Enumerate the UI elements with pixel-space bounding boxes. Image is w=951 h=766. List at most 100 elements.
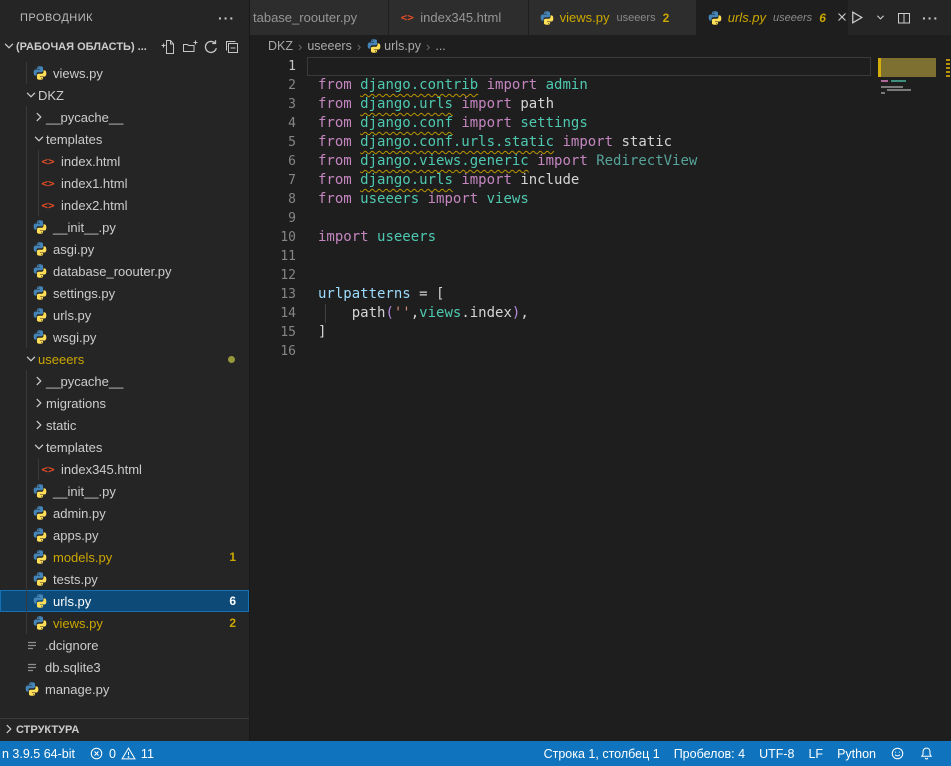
tree-item-.dcignore[interactable]: .dcignore	[0, 634, 249, 656]
tree-item-urls.py[interactable]: urls.py6	[0, 590, 249, 612]
outline-section-header[interactable]: СТРУКТУРА	[0, 718, 249, 741]
eol-status[interactable]: LF	[801, 741, 830, 766]
code-line-9[interactable]: 9	[250, 209, 951, 228]
python-interpreter-status[interactable]: n 3.9.5 64-bit	[0, 741, 82, 766]
code-line-15[interactable]: 15]	[250, 323, 951, 342]
line-number[interactable]: 5	[250, 133, 296, 152]
tree-item-views.py[interactable]: views.py	[0, 62, 249, 84]
tree-item-db.sqlite3[interactable]: db.sqlite3	[0, 656, 249, 678]
line-number[interactable]: 8	[250, 190, 296, 209]
tree-item-settings.py[interactable]: settings.py	[0, 282, 249, 304]
code-line-11[interactable]: 11	[250, 247, 951, 266]
tree-item-asgi.py[interactable]: asgi.py	[0, 238, 249, 260]
line-number[interactable]: 10	[250, 228, 296, 247]
more-actions-icon[interactable]: ···	[218, 10, 235, 26]
code-line-8[interactable]: 8from useeers import views	[250, 190, 951, 209]
code-editor[interactable]: 12from django.contrib import admin3from …	[250, 57, 951, 741]
line-number[interactable]: 3	[250, 95, 296, 114]
feedback-icon[interactable]	[883, 741, 912, 766]
code-line-13[interactable]: 13urlpatterns = [	[250, 285, 951, 304]
code-line-12[interactable]: 12	[250, 266, 951, 285]
code-line-6[interactable]: 6from django.views.generic import Redire…	[250, 152, 951, 171]
language-mode-status[interactable]: Python	[830, 741, 883, 766]
tree-item-static[interactable]: static	[0, 414, 249, 436]
line-number[interactable]: 6	[250, 152, 296, 171]
tree-item-database_roouter.py[interactable]: database_roouter.py	[0, 260, 249, 282]
code-line-5[interactable]: 5from django.conf.urls.static import sta…	[250, 133, 951, 152]
collapse-all-icon[interactable]	[223, 38, 241, 56]
breadcrumb-item-[interactable]: ...	[435, 39, 445, 53]
tree-item-index345.html[interactable]: <>index345.html	[0, 458, 249, 480]
bell-icon[interactable]	[912, 741, 941, 766]
chevron-down-icon[interactable]	[875, 12, 886, 23]
line-number[interactable]: 4	[250, 114, 296, 133]
tree-item-__pycache__[interactable]: __pycache__	[0, 370, 249, 392]
overview-ruler[interactable]	[944, 57, 951, 741]
tree-item-templates[interactable]: templates	[0, 436, 249, 458]
chevron-down-icon[interactable]	[24, 84, 38, 106]
line-number[interactable]: 14	[250, 304, 296, 323]
chevron-down-icon[interactable]	[32, 128, 46, 150]
line-number[interactable]: 9	[250, 209, 296, 228]
new-folder-icon[interactable]	[181, 38, 199, 56]
chevron-right-icon[interactable]	[32, 392, 46, 414]
indentation-status[interactable]: Пробелов: 4	[667, 741, 752, 766]
line-number[interactable]: 11	[250, 247, 296, 266]
close-icon[interactable]	[835, 10, 848, 26]
tree-item-__init__.py[interactable]: __init__.py	[0, 216, 249, 238]
problems-status[interactable]: 011	[82, 741, 161, 766]
run-icon[interactable]	[848, 9, 865, 26]
line-number[interactable]: 13	[250, 285, 296, 304]
tree-item-apps.py[interactable]: apps.py	[0, 524, 249, 546]
code-line-4[interactable]: 4from django.conf import settings	[250, 114, 951, 133]
code-line-14[interactable]: 14 path('',views.index),	[250, 304, 951, 323]
code-line-7[interactable]: 7from django.urls import include	[250, 171, 951, 190]
tree-item-tests.py[interactable]: tests.py	[0, 568, 249, 590]
breadcrumb-item-urlspy[interactable]: urls.py	[366, 39, 421, 53]
more-actions-icon[interactable]: ···	[922, 10, 939, 26]
split-editor-icon[interactable]	[896, 10, 912, 26]
tree-item-models.py[interactable]: models.py1	[0, 546, 249, 568]
line-number[interactable]: 2	[250, 76, 296, 95]
tree-item-useeers[interactable]: useeers	[0, 348, 249, 370]
code-line-1[interactable]: 1	[250, 57, 951, 76]
tree-item-index1.html[interactable]: <>index1.html	[0, 172, 249, 194]
chevron-right-icon[interactable]	[32, 414, 46, 436]
breadcrumb-item-useeers[interactable]: useeers	[307, 39, 351, 53]
line-number[interactable]: 16	[250, 342, 296, 361]
tree-item-DKZ[interactable]: DKZ	[0, 84, 249, 106]
breadcrumb[interactable]: DKZ›useeers›urls.py›...	[250, 35, 951, 57]
line-number[interactable]: 1	[250, 57, 296, 76]
code-line-10[interactable]: 10import useeers	[250, 228, 951, 247]
chevron-right-icon[interactable]	[32, 106, 46, 128]
line-number[interactable]: 7	[250, 171, 296, 190]
tree-item-migrations[interactable]: migrations	[0, 392, 249, 414]
chevron-down-icon[interactable]	[32, 436, 46, 458]
tree-item-admin.py[interactable]: admin.py	[0, 502, 249, 524]
breadcrumb-item-DKZ[interactable]: DKZ	[268, 39, 293, 53]
tree-item-urls.py[interactable]: urls.py	[0, 304, 249, 326]
tab-tabase_roouter.py[interactable]: tabase_roouter.py	[250, 0, 389, 35]
tab-views.py[interactable]: views.pyuseeers2	[529, 0, 697, 35]
tree-item-wsgi.py[interactable]: wsgi.py	[0, 326, 249, 348]
refresh-icon[interactable]	[202, 38, 220, 56]
workspace-section-header[interactable]: (РАБОЧАЯ ОБЛАСТЬ) ...	[0, 36, 249, 58]
tree-item-__pycache__[interactable]: __pycache__	[0, 106, 249, 128]
chevron-down-icon[interactable]	[24, 348, 38, 370]
code-line-3[interactable]: 3from django.urls import path	[250, 95, 951, 114]
new-file-icon[interactable]	[160, 38, 178, 56]
chevron-right-icon[interactable]	[32, 370, 46, 392]
minimap[interactable]	[878, 57, 944, 741]
cursor-position-status[interactable]: Строка 1, столбец 1	[542, 741, 667, 766]
code-line-2[interactable]: 2from django.contrib import admin	[250, 76, 951, 95]
line-number[interactable]: 12	[250, 266, 296, 285]
tab-index345.html[interactable]: <>index345.html	[389, 0, 528, 35]
tree-item-index2.html[interactable]: <>index2.html	[0, 194, 249, 216]
chevron-down-icon[interactable]	[2, 39, 16, 56]
tree-item-templates[interactable]: templates	[0, 128, 249, 150]
tree-item-__init__.py[interactable]: __init__.py	[0, 480, 249, 502]
tab-urls.py[interactable]: urls.pyuseeers6	[697, 0, 848, 35]
encoding-status[interactable]: UTF-8	[752, 741, 801, 766]
tree-item-views.py[interactable]: views.py2	[0, 612, 249, 634]
tree-item-index.html[interactable]: <>index.html	[0, 150, 249, 172]
